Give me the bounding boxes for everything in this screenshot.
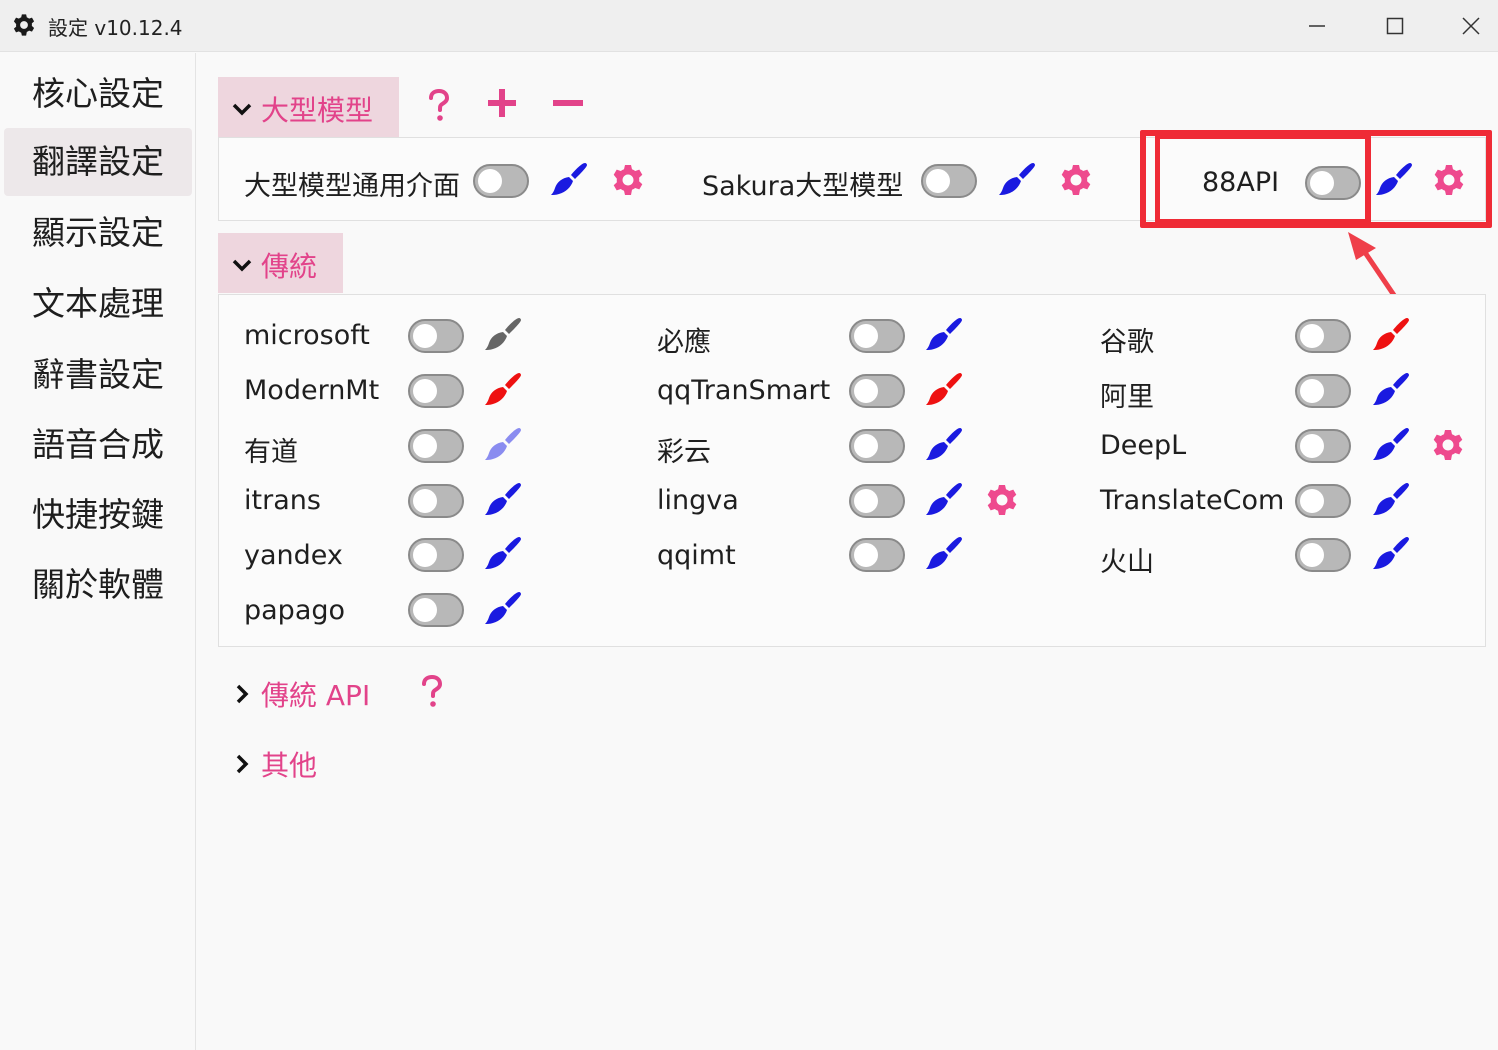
title-bar: 設定 v10.12.4 (0, 0, 1498, 52)
engine-label: 必應 (657, 327, 711, 358)
minus-icon[interactable] (551, 96, 585, 110)
engine-label: 火山 (1100, 547, 1154, 578)
highlight-toggle-box (1155, 134, 1371, 224)
toggle-switch[interactable] (408, 429, 464, 463)
section-header-traditional[interactable]: 傳統 (218, 233, 343, 293)
engine-label: yandex (244, 540, 343, 571)
engine-label: TranslateCom (1100, 485, 1285, 516)
engine-label: lingva (657, 485, 739, 516)
question-icon[interactable] (418, 674, 446, 710)
sidebar-item-dictionary-settings[interactable]: 辭書設定 (4, 341, 192, 409)
paint-brush-icon[interactable] (924, 425, 964, 465)
toggle-switch[interactable] (1295, 319, 1351, 353)
engine-label: DeepL (1100, 430, 1187, 461)
minimize-button[interactable] (1300, 10, 1334, 42)
toggle-switch[interactable] (921, 164, 977, 198)
toggle-switch[interactable] (849, 374, 905, 408)
paint-brush-icon[interactable] (483, 589, 523, 629)
paint-brush-icon[interactable] (483, 370, 523, 410)
toggle-switch[interactable] (1295, 429, 1351, 463)
toggle-switch[interactable] (408, 319, 464, 353)
paint-brush-icon[interactable] (483, 425, 523, 465)
toggle-switch[interactable] (408, 374, 464, 408)
sidebar-item-translation-settings[interactable]: 翻譯設定 (4, 128, 192, 196)
sidebar-item-hotkeys[interactable]: 快捷按鍵 (4, 481, 192, 549)
section-header-other[interactable]: 其他 (228, 742, 348, 786)
paint-brush-icon[interactable] (924, 370, 964, 410)
sidebar-item-core-settings[interactable]: 核心設定 (4, 60, 192, 128)
sidebar-item-about[interactable]: 關於軟體 (4, 551, 192, 619)
gear-icon (12, 13, 36, 37)
engine-label: 阿里 (1100, 382, 1154, 413)
section-title-traditional-api: 傳統 API (261, 679, 371, 712)
section-title-traditional: 傳統 (261, 250, 318, 283)
paint-brush-icon[interactable] (924, 480, 964, 520)
toggle-switch[interactable] (473, 164, 529, 198)
window-title: 設定 v10.12.4 (48, 16, 183, 40)
minimize-icon (1309, 25, 1325, 27)
chevron-right-icon (236, 754, 249, 774)
close-icon (1462, 17, 1480, 35)
engine-label: qqimt (657, 540, 736, 571)
toggle-switch[interactable] (1295, 538, 1351, 572)
gear-icon[interactable] (1059, 163, 1093, 197)
gear-icon[interactable] (1431, 428, 1465, 462)
chevron-down-icon (232, 259, 252, 272)
gear-icon[interactable] (611, 163, 645, 197)
paint-brush-icon[interactable] (1371, 534, 1411, 574)
chevron-down-icon (232, 103, 252, 116)
paint-brush-icon[interactable] (1371, 480, 1411, 520)
paint-brush-icon[interactable] (483, 315, 523, 355)
paint-brush-icon[interactable] (549, 160, 589, 200)
toggle-switch[interactable] (408, 538, 464, 572)
engine-label: microsoft (244, 320, 370, 351)
engine-label: 有道 (244, 437, 298, 468)
llm-item-label: 大型模型通用介面 (244, 171, 460, 202)
gear-icon[interactable] (985, 483, 1019, 517)
toggle-switch[interactable] (408, 593, 464, 627)
engine-label: qqTranSmart (657, 375, 831, 406)
plus-icon[interactable] (486, 87, 518, 119)
paint-brush-icon[interactable] (924, 534, 964, 574)
paint-brush-icon[interactable] (1371, 315, 1411, 355)
maximize-button[interactable] (1378, 10, 1412, 42)
toggle-switch[interactable] (1295, 374, 1351, 408)
engine-label: itrans (244, 485, 321, 516)
paint-brush-icon[interactable] (483, 480, 523, 520)
toggle-switch[interactable] (849, 429, 905, 463)
close-button[interactable] (1454, 10, 1488, 42)
engine-label: ModernMt (244, 375, 380, 406)
sidebar-item-speech-synthesis[interactable]: 語音合成 (4, 411, 192, 479)
paint-brush-icon[interactable] (483, 534, 523, 574)
section-title-llm: 大型模型 (261, 94, 374, 127)
toggle-switch[interactable] (1295, 484, 1351, 518)
question-icon[interactable] (425, 88, 453, 124)
llm-item-label: Sakura大型模型 (702, 171, 904, 202)
engine-label: 谷歌 (1100, 327, 1154, 358)
section-header-traditional-api[interactable]: 傳統 API (228, 672, 388, 716)
paint-brush-icon[interactable] (1371, 370, 1411, 410)
toggle-switch[interactable] (849, 319, 905, 353)
paint-brush-icon[interactable] (997, 160, 1037, 200)
toggle-switch[interactable] (849, 484, 905, 518)
section-title-other: 其他 (261, 749, 318, 782)
engine-label: 彩云 (657, 437, 711, 468)
sidebar-item-text-processing[interactable]: 文本處理 (4, 270, 192, 338)
sidebar-item-display-settings[interactable]: 顯示設定 (4, 199, 192, 267)
paint-brush-icon[interactable] (924, 315, 964, 355)
paint-brush-icon[interactable] (1371, 425, 1411, 465)
sidebar: 核心設定 翻譯設定 顯示設定 文本處理 辭書設定 語音合成 快捷按鍵 關於軟體 (0, 53, 196, 1050)
engine-label: papago (244, 595, 346, 626)
toggle-switch[interactable] (408, 484, 464, 518)
maximize-icon (1386, 17, 1404, 35)
section-header-llm[interactable]: 大型模型 (218, 77, 399, 137)
chevron-right-icon (236, 684, 249, 704)
toggle-switch[interactable] (849, 538, 905, 572)
